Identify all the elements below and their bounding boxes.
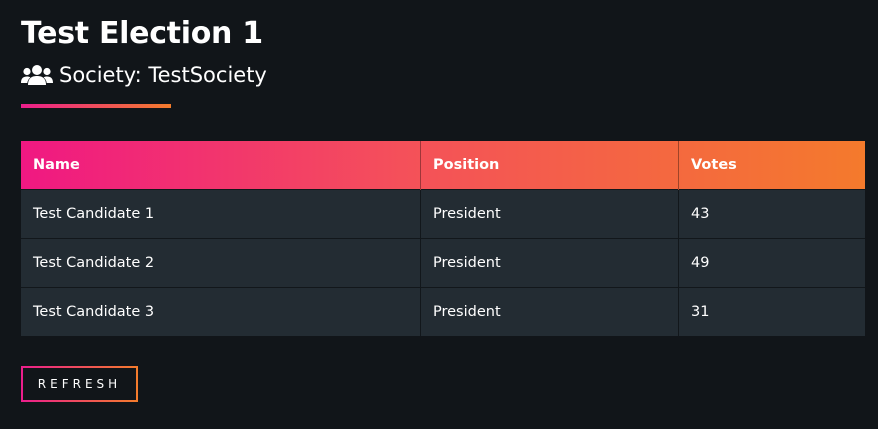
- candidate-votes: 43: [678, 189, 865, 239]
- society-heading: Society: TestSociety: [21, 62, 878, 88]
- candidate-name: Test Candidate 1: [21, 189, 421, 239]
- candidate-name: Test Candidate 3: [21, 287, 421, 336]
- candidate-position: President: [420, 287, 679, 336]
- society-label: Society: TestSociety: [59, 63, 267, 87]
- candidate-position: President: [420, 189, 679, 239]
- results-table: Name Position Votes Test Candidate 1 Pre…: [21, 141, 865, 336]
- election-results-page: Test Election 1 Society: TestSociety Nam…: [0, 0, 878, 429]
- candidate-votes: 49: [678, 238, 865, 288]
- column-header-name: Name: [21, 141, 421, 190]
- table-row: Test Candidate 1 President 43: [21, 189, 865, 239]
- table-row: Test Candidate 2 President 49: [21, 238, 865, 288]
- column-header-votes: Votes: [691, 157, 737, 173]
- refresh-button[interactable]: REFRESH: [21, 366, 138, 402]
- table-row: Test Candidate 3 President 31: [21, 287, 865, 336]
- candidate-votes: 31: [678, 287, 865, 336]
- accent-divider: [21, 104, 171, 108]
- candidate-position: President: [420, 238, 679, 288]
- candidate-name: Test Candidate 2: [21, 238, 421, 288]
- table-header-row: Name Position Votes: [21, 141, 865, 190]
- column-header-position: Position: [420, 141, 679, 190]
- users-icon: [21, 64, 53, 86]
- page-title: Test Election 1: [21, 16, 263, 51]
